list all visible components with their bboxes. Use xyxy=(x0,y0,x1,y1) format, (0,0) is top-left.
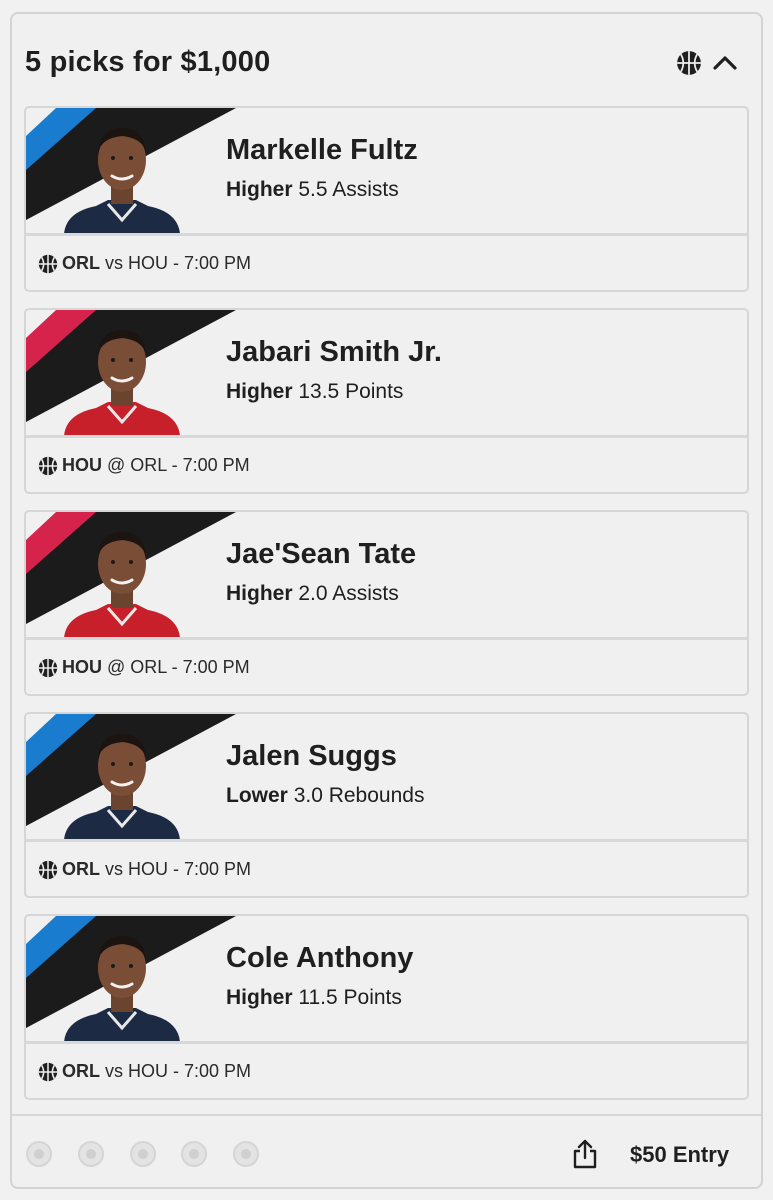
pick-card-top: Markelle Fultz Higher 5.5 Assists xyxy=(26,108,747,234)
pick-stat-line: 5.5 Assists xyxy=(298,178,399,201)
pick-stat-line: 3.0 Rebounds xyxy=(293,784,425,807)
panel-header[interactable]: 5 picks for $1,000 xyxy=(12,14,761,104)
pick-slot-dot xyxy=(181,1141,207,1167)
player-name: Markelle Fultz xyxy=(226,134,418,166)
matchup-text: vs HOU - 7:00 PM xyxy=(105,859,252,879)
game-matchup: HOU @ ORL - 7:00 PM xyxy=(62,455,250,476)
pick-slot-dot xyxy=(78,1141,104,1167)
pick-direction: Lower xyxy=(226,784,288,807)
game-matchup: ORL vs HOU - 7:00 PM xyxy=(62,859,251,880)
player-name: Jalen Suggs xyxy=(226,740,397,772)
pick-card-top: Jalen Suggs Lower 3.0 Rebounds xyxy=(26,714,747,840)
player-headshot xyxy=(64,128,180,234)
chevron-up-icon[interactable] xyxy=(712,52,738,72)
pick-line: Higher 2.0 Assists xyxy=(226,582,399,606)
pick-card[interactable]: Jae'Sean Tate Higher 2.0 Assists HOU @ O… xyxy=(24,510,749,696)
game-matchup: ORL vs HOU - 7:00 PM xyxy=(62,253,251,274)
matchup-text: vs HOU - 7:00 PM xyxy=(105,1061,252,1081)
game-info: ORL vs HOU - 7:00 PM xyxy=(26,236,747,290)
player-headshot xyxy=(64,532,180,638)
pick-stat-line: 13.5 Points xyxy=(298,380,404,403)
basketball-icon xyxy=(677,51,701,75)
game-info: ORL vs HOU - 7:00 PM xyxy=(26,842,747,896)
pick-direction: Higher xyxy=(226,380,293,403)
player-name: Jae'Sean Tate xyxy=(226,538,417,570)
matchup-text: @ ORL - 7:00 PM xyxy=(107,657,250,677)
team-abbr: ORL xyxy=(62,859,100,879)
panel-footer: $50 Entry xyxy=(12,1116,761,1189)
matchup-text: vs HOU - 7:00 PM xyxy=(105,253,252,273)
share-icon[interactable] xyxy=(572,1139,598,1169)
pick-card-top: Cole Anthony Higher 11.5 Points xyxy=(26,916,747,1042)
player-headshot xyxy=(64,330,180,436)
team-abbr: HOU xyxy=(62,657,102,677)
pick-slot-dot xyxy=(26,1141,52,1167)
team-abbr: HOU xyxy=(62,455,102,475)
pick-card[interactable]: Jalen Suggs Lower 3.0 Rebounds ORL vs HO… xyxy=(24,712,749,898)
panel-title: 5 picks for $1,000 xyxy=(25,46,271,78)
game-matchup: ORL vs HOU - 7:00 PM xyxy=(62,1061,251,1082)
basketball-icon xyxy=(38,456,58,476)
matchup-text: @ ORL - 7:00 PM xyxy=(107,455,250,475)
pick-card-top: Jae'Sean Tate Higher 2.0 Assists xyxy=(26,512,747,638)
pick-line: Higher 13.5 Points xyxy=(226,380,403,404)
pick-stat-line: 2.0 Assists xyxy=(298,582,399,605)
player-name: Cole Anthony xyxy=(226,942,414,974)
pick-card[interactable]: Markelle Fultz Higher 5.5 Assists ORL vs… xyxy=(24,106,749,292)
game-info: ORL vs HOU - 7:00 PM xyxy=(26,1044,747,1098)
team-abbr: ORL xyxy=(62,253,100,273)
pick-direction: Higher xyxy=(226,986,293,1009)
player-headshot xyxy=(64,734,180,840)
entry-amount[interactable]: $50 Entry xyxy=(630,1142,729,1168)
pick-direction: Higher xyxy=(226,582,293,605)
team-abbr: ORL xyxy=(62,1061,100,1081)
pick-line: Lower 3.0 Rebounds xyxy=(226,784,424,808)
pick-line: Higher 11.5 Points xyxy=(226,986,402,1010)
pick-direction: Higher xyxy=(226,178,293,201)
game-info: HOU @ ORL - 7:00 PM xyxy=(26,438,747,492)
pick-stat-line: 11.5 Points xyxy=(298,986,402,1009)
pick-slot-dot xyxy=(130,1141,156,1167)
game-matchup: HOU @ ORL - 7:00 PM xyxy=(62,657,250,678)
player-name: Jabari Smith Jr. xyxy=(226,336,442,368)
pick-card[interactable]: Cole Anthony Higher 11.5 Points ORL vs H… xyxy=(24,914,749,1100)
game-info: HOU @ ORL - 7:00 PM xyxy=(26,640,747,694)
basketball-icon xyxy=(38,860,58,880)
basketball-icon xyxy=(38,658,58,678)
basketball-icon xyxy=(38,1062,58,1082)
basketball-icon xyxy=(38,254,58,274)
pick-line: Higher 5.5 Assists xyxy=(226,178,399,202)
pick-card-top: Jabari Smith Jr. Higher 13.5 Points xyxy=(26,310,747,436)
player-headshot xyxy=(64,936,180,1042)
pick-card[interactable]: Jabari Smith Jr. Higher 13.5 Points HOU … xyxy=(24,308,749,494)
picks-panel: 5 picks for $1,000 Markelle Fultz Higher… xyxy=(10,12,763,1189)
pick-slot-dot xyxy=(233,1141,259,1167)
